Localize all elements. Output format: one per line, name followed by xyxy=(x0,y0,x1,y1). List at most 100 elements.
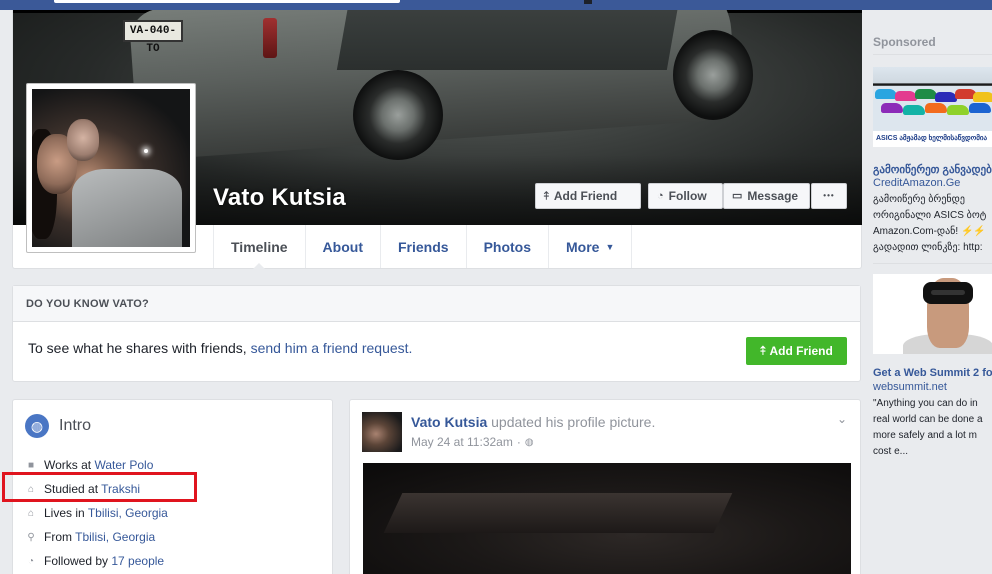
chevron-down-icon[interactable]: ⌄ xyxy=(837,412,847,426)
intro-from: ⚲ From Tbilisi, Georgia xyxy=(26,530,155,544)
ad1-domain[interactable]: CreditAmazon.Ge xyxy=(873,177,960,189)
shoe-2 xyxy=(895,91,917,101)
license-plate: VA-040-TO xyxy=(123,20,183,55)
intro-title: ◍ Intro xyxy=(25,414,91,438)
profile-face-man xyxy=(67,119,99,161)
intro-from-text: From Tbilisi, Georgia xyxy=(44,530,155,544)
car-wheel-front xyxy=(673,30,753,120)
follow-button[interactable]: ◔ Follow xyxy=(648,183,723,209)
ad1-body-line: ორიგინალი ASICS ბოტ xyxy=(873,210,987,221)
ad2-body: "Anything you can do in real world can b… xyxy=(873,396,992,460)
do-you-know-card: DO YOU KNOW VATO? To see what he shares … xyxy=(12,285,861,382)
send-friend-request-link[interactable]: send him a friend request. xyxy=(251,340,413,356)
tab-photos[interactable]: Photos xyxy=(465,225,548,268)
intro-work-text: Works at Water Polo xyxy=(44,458,153,472)
nav-button[interactable] xyxy=(584,0,592,4)
add-friend-green-button[interactable]: ⤉ Add Friend xyxy=(746,337,847,365)
shoe-1 xyxy=(875,89,897,99)
post-separator: · xyxy=(516,435,521,449)
search-input[interactable] xyxy=(54,0,400,3)
intro-from-prefix: From xyxy=(44,530,76,544)
rss-icon: ◔ xyxy=(657,190,664,202)
add-friend-green-label: Add Friend xyxy=(769,344,833,358)
tab-friends-label: Friends xyxy=(397,238,449,255)
add-friend-label: Add Friend xyxy=(553,189,618,203)
intro-work-link[interactable]: Water Polo xyxy=(94,458,153,472)
sponsored-heading: Sponsored xyxy=(873,35,936,49)
intro-followers-link[interactable]: 17 people xyxy=(111,554,164,568)
top-navigation-bar xyxy=(0,0,992,10)
car-wheel-rear xyxy=(353,70,443,160)
ad2-body-line: more safely and a lot m xyxy=(873,430,977,441)
intro-lives-link[interactable]: Tbilisi, Georgia xyxy=(88,506,168,520)
ad-banner-text: ASICS ამჟამად ხელმისაწვდომია xyxy=(873,131,992,147)
intro-lives-prefix: Lives in xyxy=(44,506,88,520)
globe-icon: ◍ xyxy=(25,414,49,438)
shoe-8 xyxy=(903,105,925,115)
ad2-body-line: "Anything you can do in xyxy=(873,398,978,409)
shoe-3 xyxy=(915,89,937,99)
follow-label: Follow xyxy=(668,189,707,203)
profile-picture[interactable] xyxy=(26,83,196,253)
profile-name[interactable]: Vato Kutsia xyxy=(213,184,346,212)
rss-icon: ◔ xyxy=(27,555,35,567)
ad1-body-line: Amazon.Com-დან! ⚡⚡ xyxy=(873,226,986,237)
shoe-10 xyxy=(947,105,969,115)
ad1-body-line: გამოიწერე ბრენდე xyxy=(873,194,965,205)
post-author-link[interactable]: Vato Kutsia xyxy=(411,414,487,430)
profile-light xyxy=(144,149,148,153)
location-pin-icon: ⚲ xyxy=(27,531,35,543)
tab-about-label: About xyxy=(322,238,363,255)
ad-image-shoes[interactable]: ASICS ამჟამად ხელმისაწვდომია xyxy=(873,67,992,147)
ad1-title[interactable]: გამოიწერეთ განვადებ xyxy=(873,163,992,176)
post-card: Vato Kutsia updated his profile picture.… xyxy=(349,399,861,574)
message-button[interactable]: ▭ Message xyxy=(723,183,810,209)
friend-request-prompt: To see what he shares with friends, send… xyxy=(28,340,412,356)
ad2-body-line: real world can be done a xyxy=(873,414,983,425)
message-label: Message xyxy=(747,189,799,203)
ad1-body-line: გადადით ლინკზე: http: xyxy=(873,242,983,253)
intro-from-link[interactable]: Tbilisi, Georgia xyxy=(75,530,155,544)
tab-about[interactable]: About xyxy=(304,225,380,268)
do-you-know-heading: DO YOU KNOW VATO? xyxy=(13,286,860,322)
sidebar-divider xyxy=(873,263,992,264)
message-icon: ▭ xyxy=(732,190,743,202)
post-image-shape xyxy=(383,493,733,533)
tab-timeline-label: Timeline xyxy=(231,238,288,255)
tab-friends[interactable]: Friends xyxy=(379,225,466,268)
vr-headset-icon xyxy=(923,282,973,304)
ad-image-vr[interactable] xyxy=(873,274,992,354)
globe-icon: ◍ xyxy=(524,436,534,448)
post-header: Vato Kutsia updated his profile picture. xyxy=(411,414,655,430)
post-image[interactable] xyxy=(363,463,851,574)
chevron-down-icon: ▼ xyxy=(605,241,615,252)
tab-timeline[interactable]: Timeline xyxy=(213,225,305,269)
shoe-9 xyxy=(925,103,947,113)
post-timestamp[interactable]: May 24 at 11:32am xyxy=(411,435,513,449)
profile-shirt xyxy=(72,169,182,247)
intro-followers-text: Followed by 17 people xyxy=(44,554,164,568)
intro-title-label: Intro xyxy=(59,417,92,434)
post-avatar[interactable] xyxy=(362,412,402,452)
shoe-11 xyxy=(969,103,991,113)
ad2-body-line: cost e... xyxy=(873,446,909,457)
profile-header: VA-040-TO Vato Kutsia ⤉ Add Friend ◔ Fol… xyxy=(12,10,862,269)
tab-more[interactable]: More ▼ xyxy=(548,225,633,268)
highlight-box xyxy=(2,472,197,502)
ad2-title[interactable]: Get a Web Summit 2 fo xyxy=(873,367,992,379)
car-taillight xyxy=(263,18,277,58)
intro-followers: ◔ Followed by 17 people xyxy=(26,554,164,568)
add-friend-icon: ⤉ xyxy=(544,190,549,202)
intro-work: ■ Works at Water Polo xyxy=(26,458,153,472)
car-window xyxy=(336,10,680,70)
intro-lives: ⌂ Lives in Tbilisi, Georgia xyxy=(26,506,168,520)
intro-followers-prefix: Followed by xyxy=(44,554,112,568)
intro-lives-text: Lives in Tbilisi, Georgia xyxy=(44,506,168,520)
ad2-domain[interactable]: websummit.net xyxy=(873,381,947,393)
tab-photos-label: Photos xyxy=(483,238,532,255)
add-friend-button[interactable]: ⤉ Add Friend xyxy=(535,183,641,209)
friend-request-text: To see what he shares with friends, xyxy=(28,340,251,356)
more-options-button[interactable]: ••• xyxy=(811,183,847,209)
profile-tabs: Timeline About Friends Photos More ▼ xyxy=(213,225,633,269)
intro-work-prefix: Works at xyxy=(44,458,95,472)
